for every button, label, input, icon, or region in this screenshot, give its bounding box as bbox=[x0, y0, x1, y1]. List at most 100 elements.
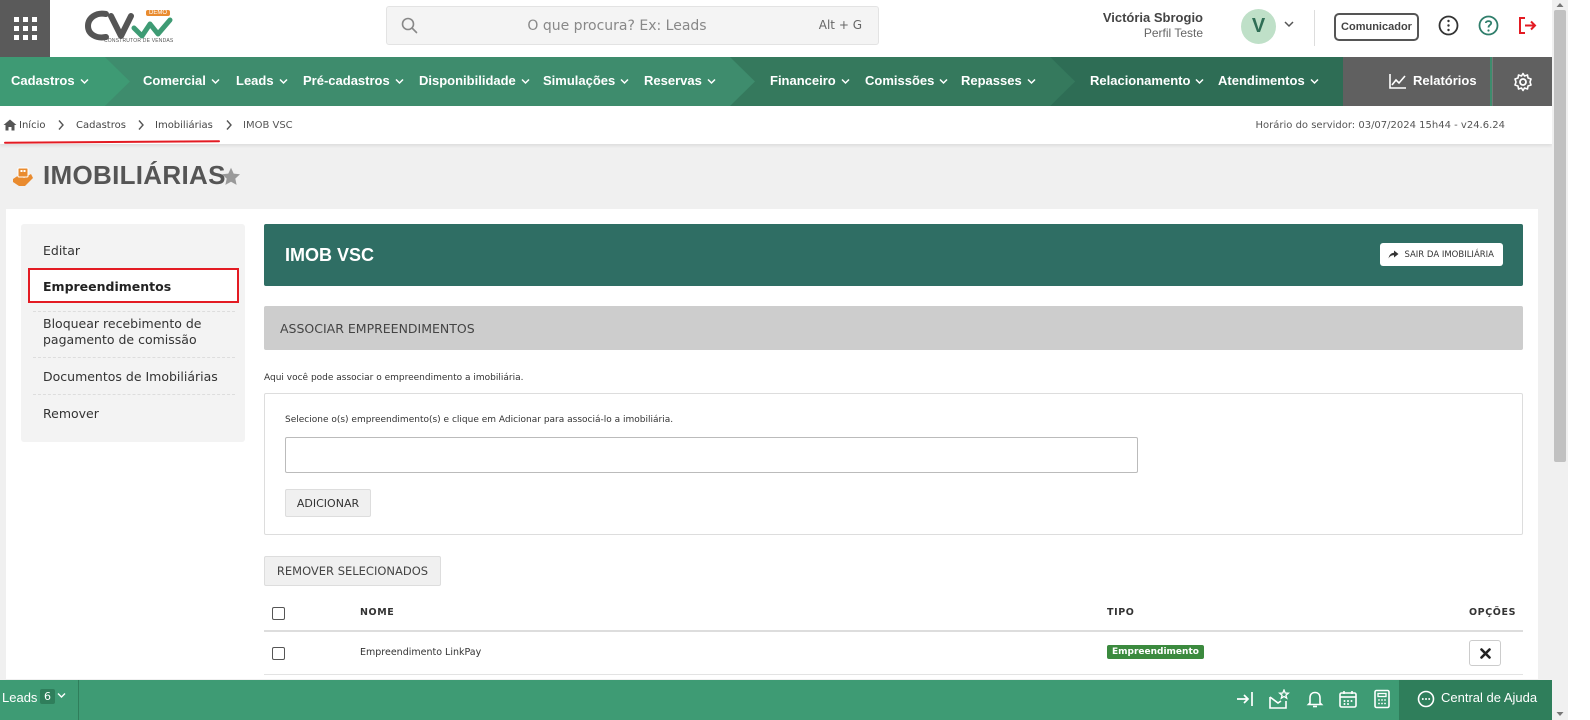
global-search[interactable]: Alt + G bbox=[386, 6, 879, 45]
logout-icon[interactable] bbox=[1517, 15, 1538, 36]
chevron-down-icon bbox=[211, 78, 220, 85]
chevron-down-icon bbox=[1310, 78, 1319, 85]
bottom-divider bbox=[78, 680, 79, 720]
logo-tagline: CONSTRUTOR DE VENDAS bbox=[104, 38, 174, 44]
bell-icon[interactable] bbox=[1306, 689, 1324, 709]
chevron-down-icon bbox=[620, 78, 629, 85]
chevron-down-icon bbox=[707, 78, 716, 85]
user-name[interactable]: Victória Sbrogio bbox=[1103, 10, 1203, 25]
empreendimento-select-input[interactable] bbox=[285, 437, 1138, 473]
chevron-right-icon bbox=[58, 120, 64, 130]
mail-star-icon[interactable] bbox=[1268, 689, 1290, 711]
user-profile[interactable]: Perfil Teste bbox=[1144, 26, 1203, 40]
side-menu-documentos[interactable]: Documentos de Imobiliárias bbox=[43, 369, 218, 385]
menu-divider bbox=[33, 394, 235, 395]
page-title: IMOBILIÁRIAS bbox=[43, 160, 226, 190]
nav-repasses[interactable]: Repasses bbox=[961, 73, 1036, 88]
central-de-ajuda-button[interactable]: Central de Ajuda bbox=[1399, 680, 1552, 720]
server-time: Horário do servidor: 03/07/2024 15h44 - … bbox=[1255, 120, 1505, 131]
logo-badge: DEMO bbox=[146, 10, 170, 16]
nav-relatorios-label: Relatórios bbox=[1413, 73, 1477, 88]
chat-icon bbox=[1417, 690, 1435, 708]
settings-button[interactable] bbox=[1492, 57, 1552, 106]
row-nome: Empreendimento LinkPay bbox=[360, 647, 482, 658]
chevron-down-icon[interactable] bbox=[57, 692, 66, 699]
table-row: Empreendimento LinkPay Empreendimento bbox=[264, 633, 1523, 675]
search-icon bbox=[401, 17, 418, 34]
adicionar-button[interactable]: ADICIONAR bbox=[285, 489, 371, 517]
remove-row-button[interactable] bbox=[1469, 640, 1501, 666]
remover-selecionados-button[interactable]: REMOVER SELECIONADOS bbox=[264, 556, 441, 586]
leads-label[interactable]: Leads bbox=[2, 690, 37, 705]
share-arrow-icon bbox=[1388, 250, 1399, 259]
nav-disponibilidade[interactable]: Disponibilidade bbox=[419, 73, 530, 88]
imob-name: IMOB VSC bbox=[285, 245, 375, 265]
apps-menu-button[interactable] bbox=[0, 0, 50, 57]
menu-divider bbox=[33, 357, 235, 358]
star-icon[interactable] bbox=[221, 167, 241, 186]
column-tipo[interactable]: TIPO bbox=[1107, 607, 1134, 618]
sair-label: SAIR DA IMOBILIÁRIA bbox=[1404, 249, 1494, 260]
chevron-down-icon[interactable] bbox=[1283, 18, 1295, 30]
help-icon[interactable] bbox=[1478, 15, 1499, 36]
nav-pre-cadastros[interactable]: Pré-cadastros bbox=[303, 73, 404, 88]
select-label: Selecione o(s) empreendimento(s) e cliqu… bbox=[285, 415, 674, 425]
breadcrumb-inicio[interactable]: Início bbox=[19, 120, 45, 131]
side-menu-empreendimentos[interactable]: Empreendimentos bbox=[43, 279, 171, 295]
nav-comercial[interactable]: Comercial bbox=[143, 73, 220, 88]
chevron-right-icon bbox=[138, 120, 144, 130]
chevron-down-icon bbox=[521, 78, 530, 85]
central-de-ajuda-label: Central de Ajuda bbox=[1441, 690, 1538, 705]
home-icon[interactable] bbox=[3, 119, 17, 131]
header-divider bbox=[1314, 10, 1315, 46]
select-empreendimentos-box: Selecione o(s) empreendimento(s) e cliqu… bbox=[264, 393, 1523, 535]
table-header: NOME TIPO OPÇÕES bbox=[264, 600, 1523, 632]
nav-leads[interactable]: Leads bbox=[236, 73, 288, 88]
chevron-down-icon bbox=[841, 78, 850, 85]
bottom-bar: Leads 6 Central de Ajuda bbox=[0, 680, 1552, 720]
scroll-up-icon[interactable] bbox=[1556, 2, 1564, 8]
calculator-icon[interactable] bbox=[1373, 689, 1391, 709]
associar-description: Aqui você pode associar o empreendimento… bbox=[264, 373, 524, 383]
breadcrumb-cadastros[interactable]: Cadastros bbox=[76, 120, 126, 131]
side-menu-bloquear-line1: Bloquear recebimento de bbox=[43, 316, 202, 331]
breadcrumb: Início Cadastros Imobiliárias IMOB VSC H… bbox=[0, 106, 1552, 144]
chevron-right-icon bbox=[226, 120, 232, 130]
scrollbar-thumb[interactable] bbox=[1554, 10, 1566, 462]
side-menu-editar[interactable]: Editar bbox=[43, 243, 80, 259]
nav-relatorios[interactable]: Relatórios bbox=[1343, 57, 1490, 106]
breadcrumb-imobiliarias[interactable]: Imobiliárias bbox=[155, 120, 213, 131]
nav-atendimentos[interactable]: Atendimentos bbox=[1218, 73, 1319, 88]
row-checkbox[interactable] bbox=[272, 647, 285, 660]
column-opcoes: OPÇÕES bbox=[1469, 607, 1517, 618]
avatar[interactable]: V bbox=[1241, 9, 1276, 44]
chevron-down-icon bbox=[395, 78, 404, 85]
breadcrumb-current: IMOB VSC bbox=[243, 120, 293, 131]
search-input[interactable] bbox=[427, 12, 807, 40]
imob-header: IMOB VSC SAIR DA IMOBILIÁRIA bbox=[264, 224, 1523, 286]
leads-count-badge: 6 bbox=[40, 689, 55, 704]
nav-simulacoes[interactable]: Simulações bbox=[543, 73, 629, 88]
collapse-right-icon[interactable] bbox=[1236, 689, 1254, 709]
chevron-down-icon bbox=[279, 78, 288, 85]
sair-imobiliaria-button[interactable]: SAIR DA IMOBILIÁRIA bbox=[1380, 243, 1503, 266]
chevron-down-icon bbox=[939, 78, 948, 85]
nav-relacionamento[interactable]: Relacionamento bbox=[1090, 73, 1204, 88]
top-header: DEMO CONSTRUTOR DE VENDAS Alt + G Victór… bbox=[0, 0, 1568, 57]
chevron-down-icon bbox=[80, 78, 89, 85]
select-all-checkbox[interactable] bbox=[272, 607, 285, 620]
scroll-down-icon[interactable] bbox=[1556, 711, 1564, 717]
chevron-down-icon bbox=[1027, 78, 1036, 85]
calendar-icon[interactable] bbox=[1338, 689, 1358, 709]
comunicador-button[interactable]: Comunicador bbox=[1334, 13, 1419, 41]
nav-cadastros[interactable]: Cadastros bbox=[11, 73, 89, 88]
chevron-down-icon bbox=[1195, 78, 1204, 85]
side-menu-remover[interactable]: Remover bbox=[43, 406, 99, 422]
info-icon[interactable] bbox=[1438, 15, 1459, 36]
nav-reservas[interactable]: Reservas bbox=[644, 73, 716, 88]
nav-comissoes[interactable]: Comissões bbox=[865, 73, 948, 88]
column-nome[interactable]: NOME bbox=[360, 607, 394, 618]
apps-grid-icon bbox=[13, 17, 37, 40]
nav-financeiro[interactable]: Financeiro bbox=[770, 73, 850, 88]
window-edge bbox=[1568, 0, 1590, 720]
